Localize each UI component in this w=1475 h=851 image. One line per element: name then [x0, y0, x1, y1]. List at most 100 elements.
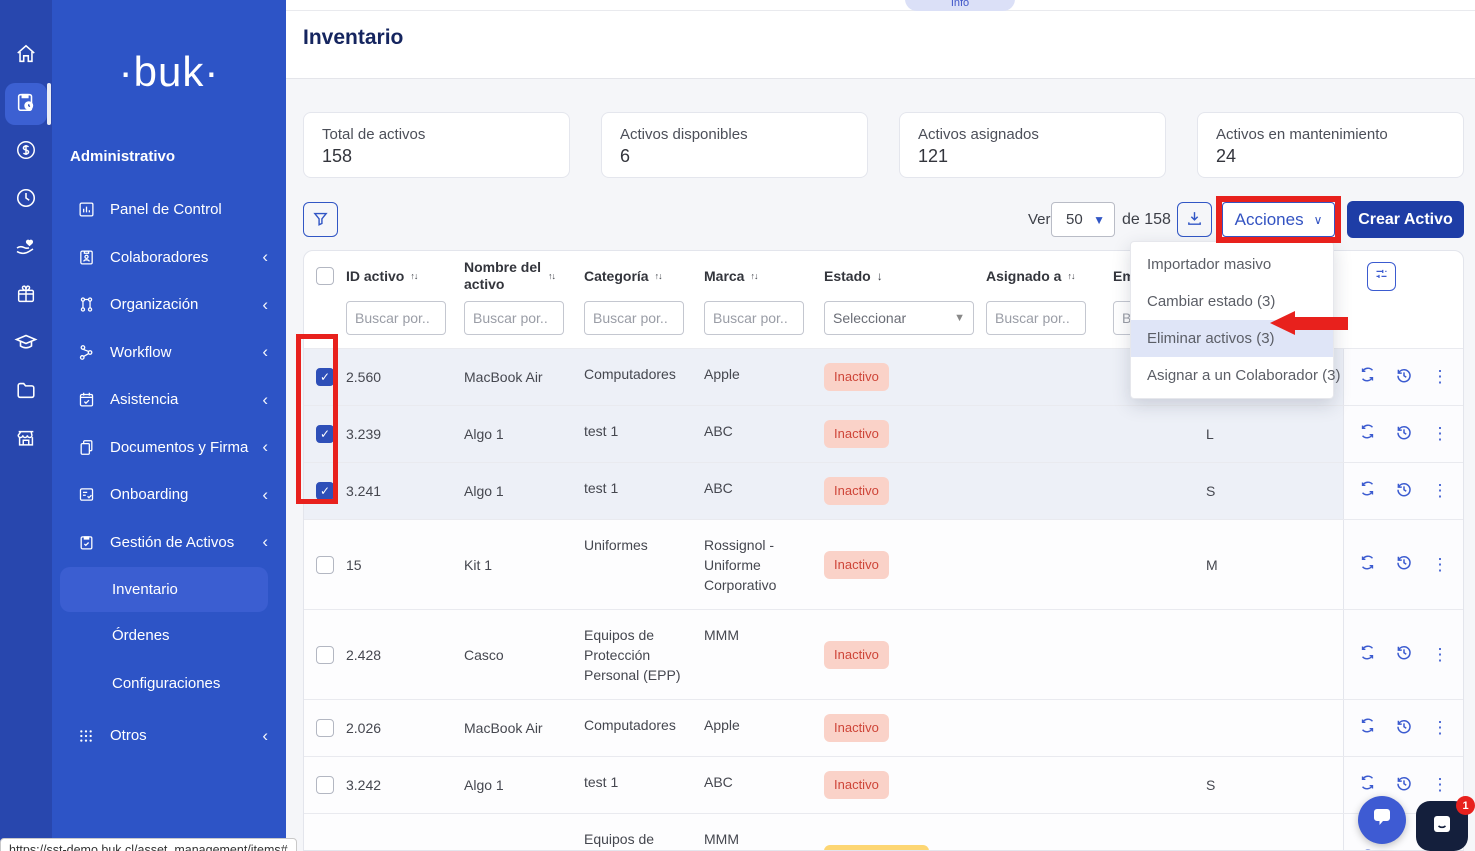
refresh-status-icon[interactable] [1359, 366, 1376, 388]
sort-icon[interactable]: ↑↓ [548, 268, 555, 285]
filter-button[interactable] [303, 202, 338, 237]
sort-icon[interactable]: ↑↓ [750, 268, 757, 285]
sidebar-subitem-inventario[interactable]: Inventario [60, 567, 268, 612]
row-checkbox[interactable] [316, 556, 334, 574]
sidebar-item-workflow[interactable]: Workflow ‹ [52, 329, 286, 377]
menu-item-importador-masivo[interactable]: Importador masivo [1131, 246, 1333, 283]
table-row[interactable]: ✓ 3.241 Algo 1 test 1 ABC Inactivo S ⋮ [304, 462, 1463, 519]
filter-input-marca[interactable] [704, 301, 804, 335]
sidebar-item-asistencia[interactable]: Asistencia ‹ [52, 376, 286, 424]
row-checkbox[interactable]: ✓ [316, 482, 334, 500]
column-header-id-activo[interactable]: ID activo↑↓ [346, 268, 464, 285]
refresh-status-icon[interactable] [1359, 480, 1376, 502]
history-icon[interactable] [1395, 643, 1413, 666]
rail-time[interactable] [0, 176, 52, 224]
column-header-estado[interactable]: Estado↓ [824, 268, 986, 285]
refresh-status-icon[interactable] [1359, 554, 1376, 576]
chevron-collapse-icon[interactable]: ‹ [262, 247, 268, 267]
row-actions: ⋮ [1343, 463, 1463, 519]
history-icon[interactable] [1395, 423, 1413, 446]
chevron-collapse-icon[interactable]: ‹ [262, 342, 268, 362]
menu-item-cambiar-estado[interactable]: Cambiar estado (3) [1131, 283, 1333, 320]
column-header-marca[interactable]: Marca↑↓ [704, 268, 824, 285]
sidebar-subitem-configuraciones[interactable]: Configuraciones [52, 660, 286, 708]
history-icon[interactable] [1395, 847, 1413, 851]
crear-activo-button[interactable]: Crear Activo [1347, 201, 1464, 238]
rail-home[interactable] [0, 32, 52, 80]
rail-scrollbar[interactable] [47, 83, 51, 125]
row-checkbox[interactable] [316, 646, 334, 664]
workflow-icon [76, 344, 96, 361]
history-icon[interactable] [1395, 774, 1413, 797]
history-icon[interactable] [1395, 480, 1413, 503]
clock-icon [15, 187, 37, 214]
rail-benefits[interactable] [0, 224, 52, 272]
sidebar-item-onboarding[interactable]: Onboarding ‹ [52, 471, 286, 519]
chevron-collapse-icon[interactable]: ‹ [262, 437, 268, 457]
sidebar-item-gestion-de-activos[interactable]: Gestión de Activos ‹ [52, 519, 286, 567]
refresh-status-icon[interactable] [1359, 848, 1376, 851]
menu-item-asignar-colaborador[interactable]: Asignar a un Colaborador (3) [1131, 357, 1333, 394]
chevron-collapse-icon[interactable]: ‹ [262, 726, 268, 746]
sort-icon[interactable]: ↑↓ [655, 268, 662, 285]
menu-item-eliminar-activos[interactable]: Eliminar activos (3) [1131, 320, 1333, 357]
kebab-menu-icon[interactable]: ⋮ [1432, 775, 1449, 795]
table-row[interactable]: 1.357 Casco Equipos de Protección Person… [304, 813, 1463, 851]
chat-launcher-button[interactable] [1358, 796, 1406, 844]
filter-select-estado[interactable]: Seleccionar▼ [824, 301, 974, 335]
kebab-menu-icon[interactable]: ⋮ [1432, 481, 1449, 501]
sidebar-subitem-ordenes[interactable]: Órdenes [52, 612, 286, 660]
kebab-menu-icon[interactable]: ⋮ [1432, 645, 1449, 665]
row-checkbox[interactable] [316, 719, 334, 737]
filter-input-categoria[interactable] [584, 301, 684, 335]
sort-icon[interactable]: ↑↓ [410, 268, 417, 285]
chevron-collapse-icon[interactable]: ‹ [262, 295, 268, 315]
rail-marketplace[interactable] [0, 416, 52, 464]
sidebar-item-panel-de-control[interactable]: Panel de Control [52, 186, 286, 234]
filter-input-asignado[interactable] [986, 301, 1086, 335]
kebab-menu-icon[interactable]: ⋮ [1432, 367, 1449, 387]
download-button[interactable] [1177, 202, 1212, 237]
rail-files[interactable] [0, 368, 52, 416]
column-settings-button[interactable] [1367, 262, 1396, 291]
refresh-status-icon[interactable] [1359, 717, 1376, 739]
sidebar-item-organizacion[interactable]: Organización ‹ [52, 281, 286, 329]
row-checkbox[interactable]: ✓ [316, 368, 334, 386]
table-row[interactable]: ✓ 3.239 Algo 1 test 1 ABC Inactivo L ⋮ [304, 405, 1463, 462]
rail-culture[interactable] [0, 272, 52, 320]
refresh-status-icon[interactable] [1359, 423, 1376, 445]
chevron-collapse-icon[interactable]: ‹ [262, 485, 268, 505]
row-checkbox[interactable]: ✓ [316, 425, 334, 443]
row-checkbox[interactable] [316, 776, 334, 794]
history-icon[interactable] [1395, 717, 1413, 740]
refresh-status-icon[interactable] [1359, 644, 1376, 666]
column-header-asignado-a[interactable]: Asignado a↑↓ [986, 268, 1113, 285]
table-row[interactable]: 2.026 MacBook Air Computadores Apple Ina… [304, 699, 1463, 756]
page-size-select[interactable]: 50 ▼ [1051, 202, 1115, 237]
table-row[interactable]: 15 Kit 1 Uniformes Rossignol - Uniforme … [304, 519, 1463, 609]
table-row[interactable]: 3.242 Algo 1 test 1 ABC Inactivo S ⋮ [304, 756, 1463, 813]
kebab-menu-icon[interactable]: ⋮ [1432, 555, 1449, 575]
table-row[interactable]: 2.428 Casco Equipos de Protección Person… [304, 609, 1463, 699]
column-header-nombre[interactable]: Nombre del activo↑↓ [464, 259, 584, 293]
kebab-menu-icon[interactable]: ⋮ [1432, 424, 1449, 444]
rail-training[interactable] [0, 320, 52, 368]
filter-input-id[interactable] [346, 301, 446, 335]
rail-payroll[interactable] [0, 128, 52, 176]
select-all-checkbox[interactable] [316, 267, 334, 285]
rail-assets[interactable] [0, 80, 52, 128]
history-icon[interactable] [1395, 366, 1413, 389]
refresh-status-icon[interactable] [1359, 774, 1376, 796]
chevron-collapse-icon[interactable]: ‹ [262, 390, 268, 410]
history-icon[interactable] [1395, 553, 1413, 576]
sidebar-item-colaboradores[interactable]: Colaboradores ‹ [52, 234, 286, 282]
acciones-button[interactable]: Acciones ∨ [1222, 202, 1335, 237]
sort-icon[interactable]: ↑↓ [1067, 268, 1074, 285]
sort-icon[interactable]: ↓ [877, 268, 883, 285]
filter-input-nombre[interactable] [464, 301, 564, 335]
kebab-menu-icon[interactable]: ⋮ [1432, 718, 1449, 738]
column-header-categoria[interactable]: Categoría↑↓ [584, 268, 704, 285]
sidebar-item-otros[interactable]: Otros ‹ [52, 712, 286, 760]
chevron-collapse-icon[interactable]: ‹ [262, 532, 268, 552]
sidebar-item-documentos-y-firma[interactable]: Documentos y Firma ‹ [52, 424, 286, 472]
